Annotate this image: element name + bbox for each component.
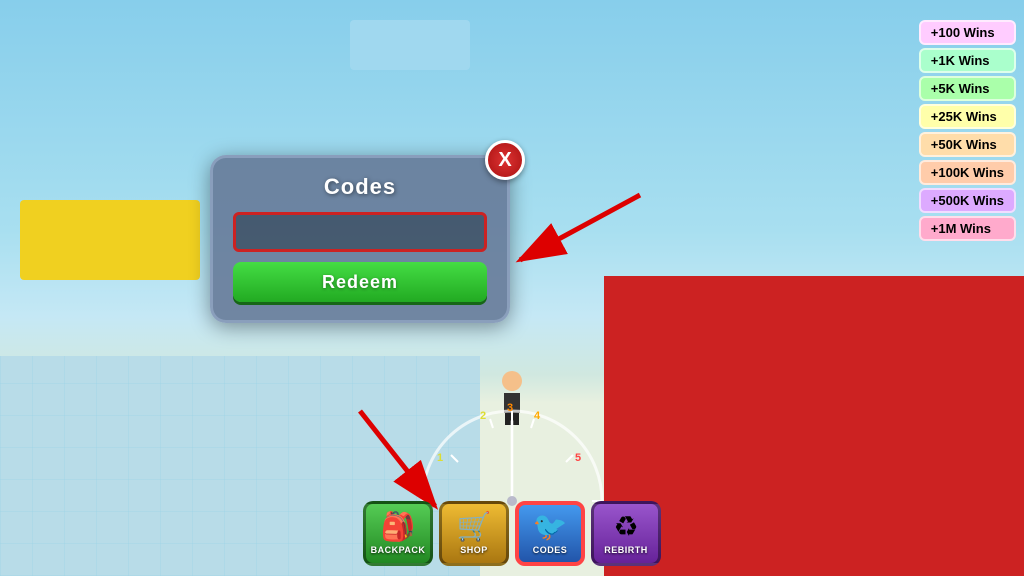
win-badge: +500K Wins: [919, 188, 1016, 213]
modal-title: Codes: [233, 174, 487, 200]
close-button[interactable]: X: [485, 140, 525, 180]
win-badge: +100K Wins: [919, 160, 1016, 185]
win-badge: +1M Wins: [919, 216, 1016, 241]
codes-button[interactable]: 🐦 CODES: [515, 501, 585, 566]
rebirth-icon: ♻: [613, 513, 638, 541]
codes-label: CODES: [533, 545, 568, 555]
code-input[interactable]: [233, 212, 487, 252]
codes-modal: X Codes Redeem: [210, 155, 510, 323]
rebirth-label: REBIRTH: [604, 545, 648, 555]
backpack-button[interactable]: 🎒 BACKPACK: [363, 501, 433, 566]
redeem-button[interactable]: Redeem: [233, 262, 487, 302]
sky-platform: [350, 20, 470, 70]
svg-text:3: 3: [507, 402, 513, 414]
shop-icon: 🛒: [457, 513, 492, 541]
red-platform: [604, 276, 1024, 576]
char-head: [502, 371, 522, 391]
shop-button[interactable]: 🛒 SHOP: [439, 501, 509, 566]
wins-panel: +100 Wins +1K Wins +5K Wins +25K Wins +50K W…: [919, 20, 1016, 241]
backpack-icon: 🎒: [381, 513, 416, 541]
win-badge: +25K Wins: [919, 104, 1016, 129]
win-badge: +50K Wins: [919, 132, 1016, 157]
win-badge: +5K Wins: [919, 76, 1016, 101]
svg-text:5: 5: [575, 452, 581, 464]
shop-label: SHOP: [460, 545, 488, 555]
rebirth-button[interactable]: ♻ REBIRTH: [591, 501, 661, 566]
yellow-platform: [20, 200, 200, 280]
win-badge: +100 Wins: [919, 20, 1016, 45]
twitter-icon: 🐦: [533, 513, 568, 541]
win-badge: +1K Wins: [919, 48, 1016, 73]
svg-text:2: 2: [480, 410, 486, 422]
toolbar: 🎒 BACKPACK 🛒 SHOP 🐦 CODES ♻ REBIRTH: [363, 501, 661, 566]
backpack-label: BACKPACK: [371, 545, 426, 555]
svg-text:4: 4: [534, 410, 541, 422]
